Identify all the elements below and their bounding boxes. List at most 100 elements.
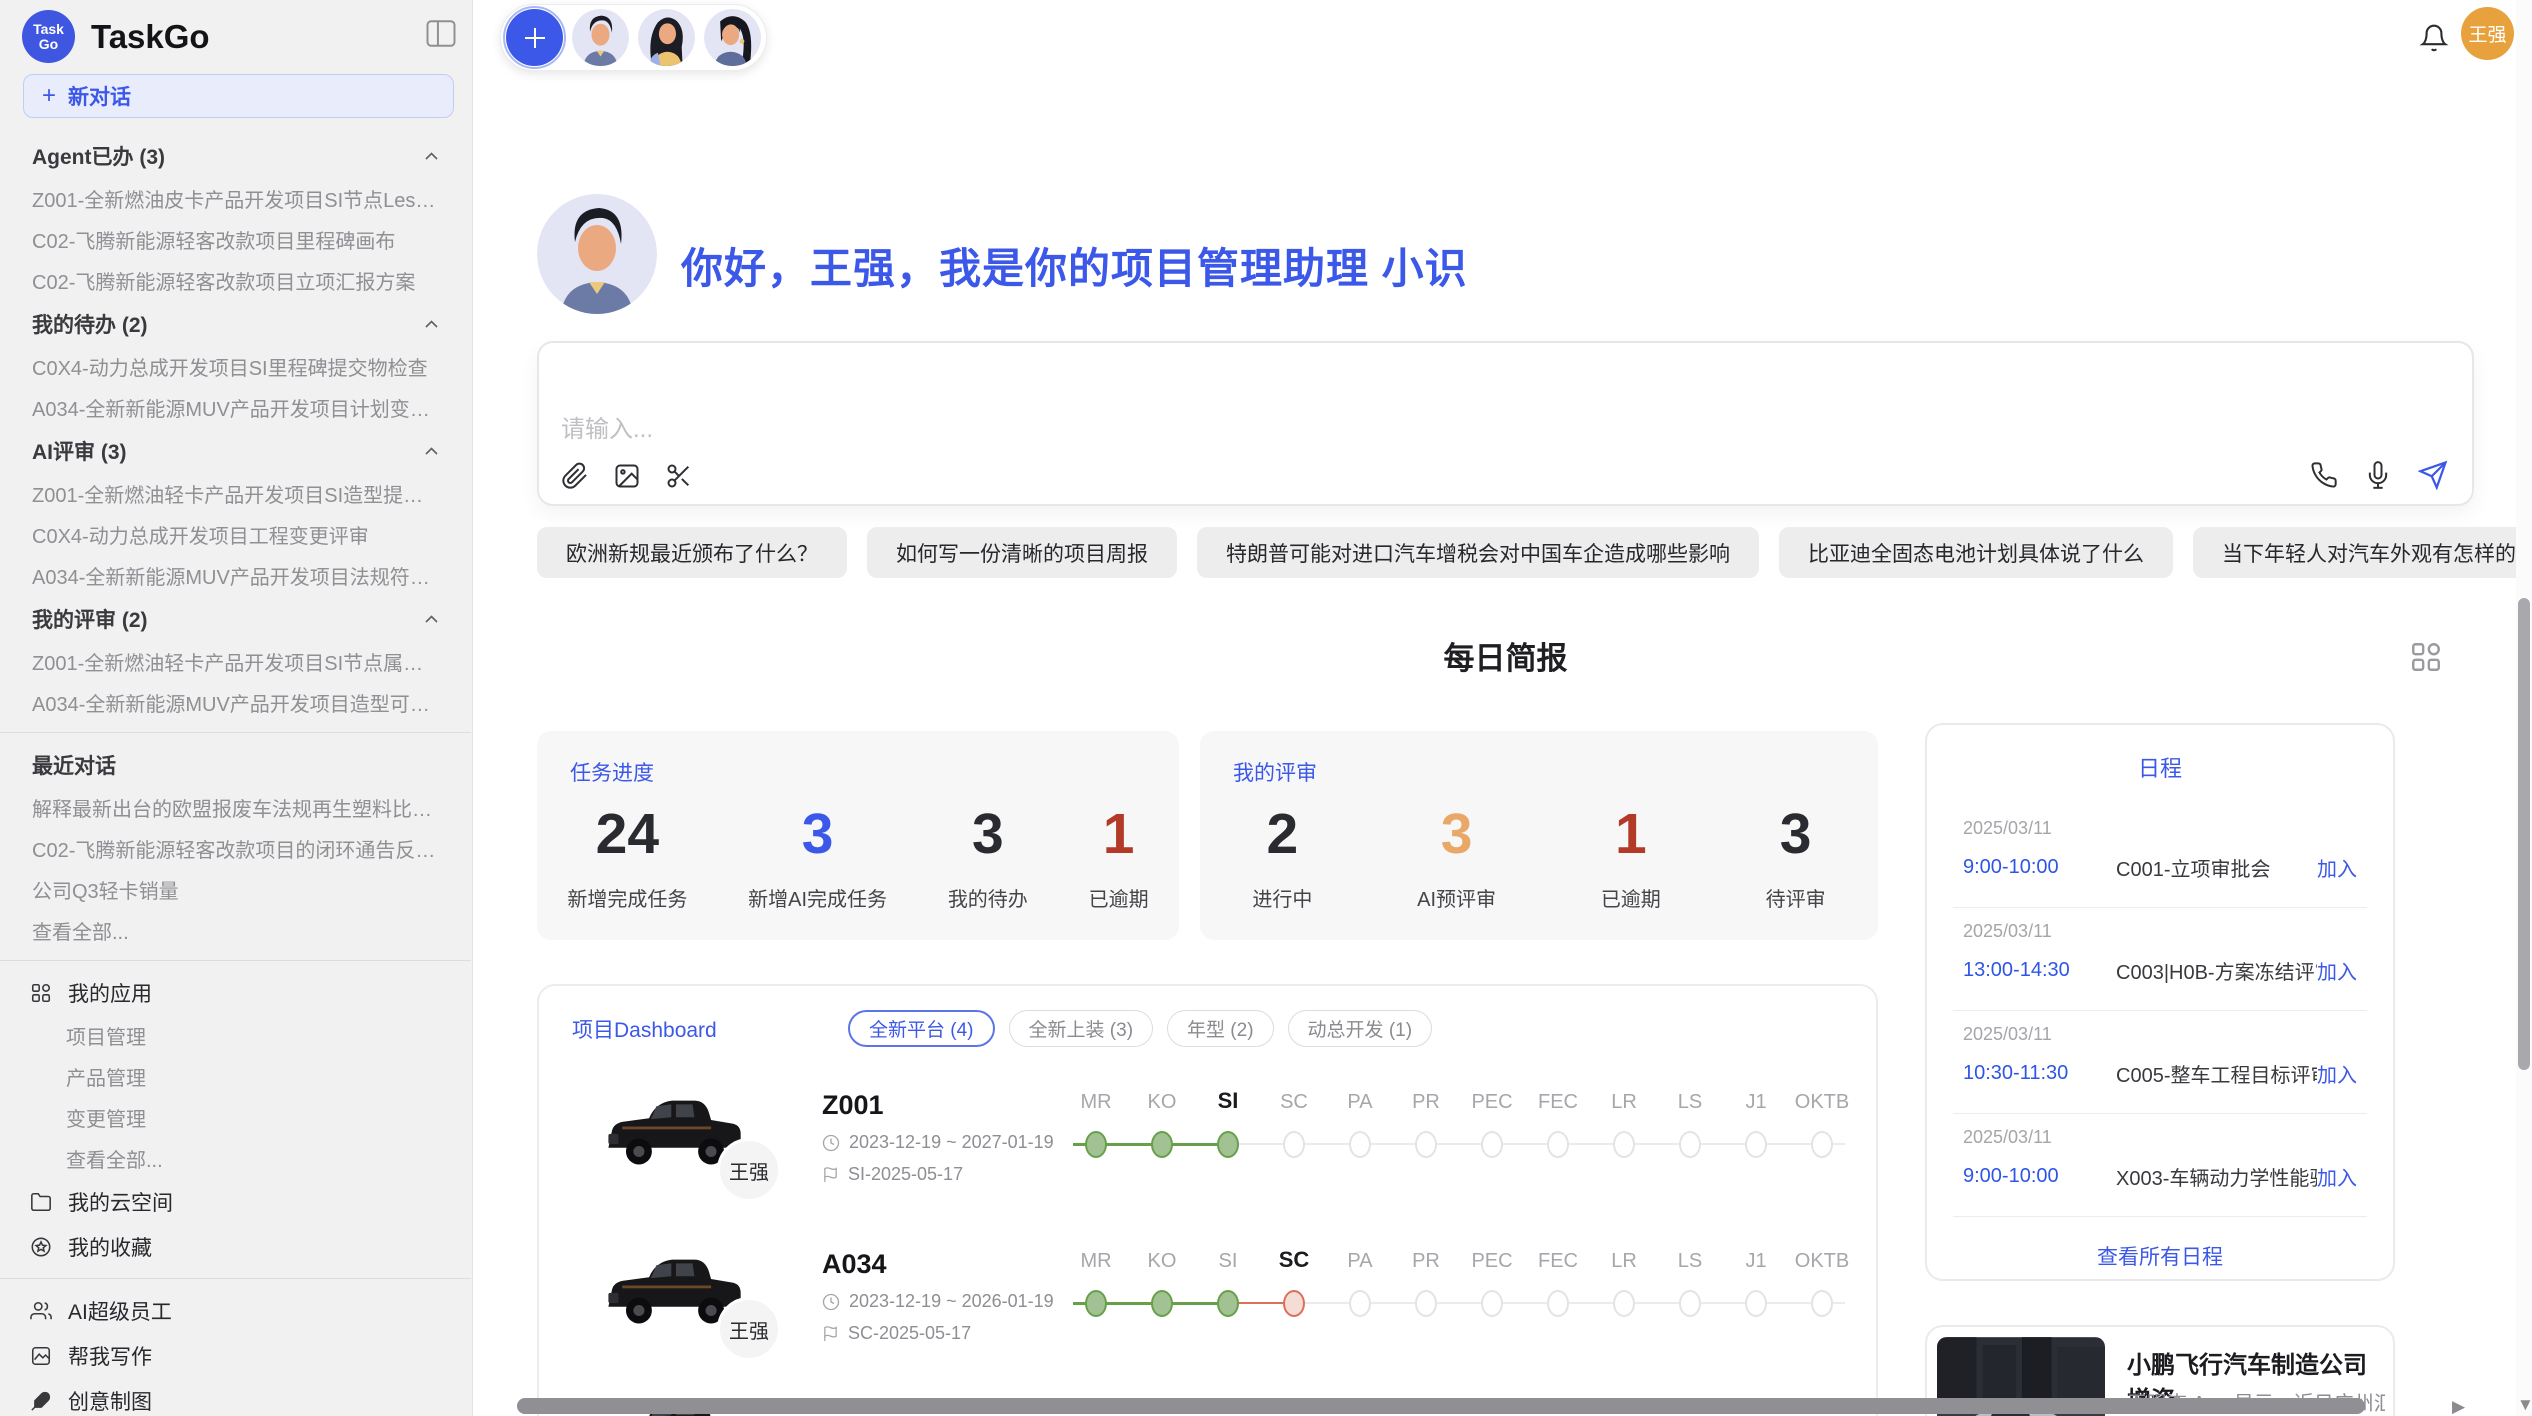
chevron-up-icon[interactable] [424,446,439,456]
milestone-label-pa: PA [1327,1250,1393,1273]
sidebar-item-favorites[interactable]: 我的收藏 [0,1224,471,1269]
tab-new-body[interactable]: 全新上装 (3) [1009,1010,1154,1047]
section-header-agent-done[interactable]: Agent已办 (3) [0,133,471,178]
suggestion-chip[interactable]: 欧洲新规最近颁布了什么？ [537,527,847,578]
sidebar-collapse-icon[interactable] [426,20,456,47]
new-chat-button[interactable]: + 新对话 [23,74,454,118]
tab-year-model[interactable]: 年型 (2) [1167,1010,1274,1047]
sidebar-item[interactable]: Z001-全新燃油轻卡产品开发项目SI造型提交物评审 [0,473,471,514]
scroll-right-arrow[interactable]: ▶ [2452,1398,2465,1415]
suggestion-chip[interactable]: 比亚迪全固态电池计划具体说了什么 [1779,527,2173,578]
agent-avatar[interactable] [638,9,695,66]
suggestion-chip[interactable]: 特朗普可能对进口汽车增税会对中国车企造成哪些影响 [1197,527,1759,578]
sidebar-item-cloud-space[interactable]: 我的云空间 [0,1179,471,1224]
plus-icon: + [42,82,56,110]
project-dashboard-card: 项目Dashboard 全新平台 (4) 全新上装 (3) 年型 (2) 动总开… [537,984,1878,1416]
card-title: 任务进度 [537,731,1179,787]
project-row[interactable]: 王强 Z001 2023-12-19 ~ 2027-01-19 SI-2025-… [539,1082,1876,1232]
project-row[interactable]: 王强 A034 2023-12-19 ~ 2026-01-19 SC-2025-… [539,1241,1876,1391]
sidebar-item[interactable]: A034-全新新能源MUV产品开发项目法规符合性评审 [0,555,471,596]
sidebar-item[interactable]: A034-全新新能源MUV产品开发项目计划变更表编写 [0,387,471,428]
schedule-event-title: C001-立项审批会 [2116,853,2317,882]
recent-chat-item[interactable]: 解释最新出台的欧盟报废车法规再生塑料比例被调至15%... [0,787,471,828]
stat-value: 1 [1089,793,1149,875]
stat-label: AI预评审 [1417,883,1496,912]
paperclip-icon[interactable] [561,462,589,490]
apps-view-all[interactable]: 查看全部... [0,1138,471,1179]
milestone-node-ko [1151,1290,1173,1317]
recent-view-all[interactable]: 查看全部... [0,910,471,951]
add-agent-button[interactable] [506,9,563,66]
section-header-ai-review[interactable]: AI评审 (3) [0,428,471,473]
sidebar-item[interactable]: C0X4-动力总成开发项目SI里程碑提交物检查 [0,346,471,387]
layout-grid-icon[interactable] [2409,640,2443,674]
sidebar-item[interactable]: Z001-全新燃油轻卡产品开发项目SI节点属性5D文件评审 [0,641,471,682]
sidebar-item[interactable]: C02-飞腾新能源轻客改款项目里程碑画布 [0,219,471,260]
milestone-node-pec [1481,1290,1503,1317]
milestone-node-mr [1085,1131,1107,1158]
schedule-entry: 2025/03/11 13:00-14:30 C003|H0B-方案冻结评审 加… [1927,908,2393,1011]
sidebar-item[interactable]: C02-飞腾新能源轻客改款项目立项汇报方案 [0,260,471,301]
menu-label: 创意制图 [68,1386,152,1416]
recent-chat-item[interactable]: 公司Q3轻卡销量 [0,869,471,910]
image-icon[interactable] [613,462,641,490]
section-label: 我的评审 (2) [32,604,148,634]
sidebar-item-product-mgmt[interactable]: 产品管理 [0,1056,471,1097]
milestone-node-fec [1547,1290,1569,1317]
sidebar-item-creative-drawing[interactable]: 创意制图 [0,1378,471,1416]
chevron-up-icon[interactable] [424,319,439,329]
sidebar-item-project-mgmt[interactable]: 项目管理 [0,1015,471,1056]
flag-icon [822,1166,839,1184]
milestone-node-sc [1283,1290,1305,1317]
milestone-label-j1: J1 [1723,1250,1789,1273]
tab-powertrain-dev[interactable]: 动总开发 (1) [1288,1010,1433,1047]
project-next-milestone: SC-2025-05-17 [822,1323,971,1344]
join-button[interactable]: 加入 [2317,1059,2357,1088]
scroll-down-arrow[interactable]: ▼ [2517,1396,2532,1413]
chevron-up-icon[interactable] [424,151,439,161]
menu-label: 我的应用 [68,978,152,1008]
sidebar-item-change-mgmt[interactable]: 变更管理 [0,1097,471,1138]
logo-line2: Go [39,37,58,52]
vertical-scrollbar-thumb[interactable] [2518,598,2530,1070]
phone-icon[interactable] [2310,461,2338,489]
sidebar-item-label: C02-飞腾新能源轻客改款项目立项汇报方案 [32,266,415,295]
sidebar-item[interactable]: A034-全新新能源MUV产品开发项目造型可行性评审 [0,682,471,723]
sidebar-item-my-apps[interactable]: 我的应用 [0,970,471,1015]
tab-all-new-platform[interactable]: 全新平台 (4) [848,1010,995,1047]
sidebar-item-label: C0X4-动力总成开发项目工程变更评审 [32,520,369,549]
milestone-label-sc: SC [1261,1091,1327,1114]
sidebar-item[interactable]: C0X4-动力总成开发项目工程变更评审 [0,514,471,555]
join-button[interactable]: 加入 [2317,956,2357,985]
recent-chat-item[interactable]: C02-飞腾新能源轻客改款项目的闭环通告反馈情况 [0,828,471,869]
section-header-my-review[interactable]: 我的评审 (2) [0,596,471,641]
schedule-time: 13:00-14:30 [1963,959,2116,982]
menu-sub-label: 产品管理 [66,1062,146,1091]
chevron-up-icon[interactable] [424,614,439,624]
milestone-node-ls [1679,1131,1701,1158]
send-icon[interactable] [2418,460,2448,490]
user-name: 王强 [2468,20,2506,47]
user-avatar[interactable]: 王强 [2461,7,2514,60]
suggestion-chip[interactable]: 如何写一份清晰的项目周报 [867,527,1177,578]
join-button[interactable]: 加入 [2317,853,2357,882]
agent-avatar[interactable] [572,9,629,66]
schedule-time: 9:00-10:00 [1963,1165,2116,1188]
sidebar-item[interactable]: Z001-全新燃油皮卡产品开发项目SI节点Lesson Learn报告 [0,178,471,219]
bell-icon[interactable] [2419,22,2449,54]
section-header-my-todo[interactable]: 我的待办 (2) [0,301,471,346]
agent-avatar[interactable] [704,9,761,66]
recent-chat-label: 公司Q3轻卡销量 [32,875,179,904]
join-button[interactable]: 加入 [2317,1162,2357,1191]
suggestion-chip[interactable]: 当下年轻人对汽车外观有怎样的喜好趋势 [2193,527,2532,578]
schedule-entry: 2025/03/11 9:00-10:00 X003-车辆动力学性能验... 加… [1927,1114,2393,1217]
sidebar-item-ai-super-staff[interactable]: AI超级员工 [0,1288,471,1333]
sidebar-item-help-me-write[interactable]: 帮我写作 [0,1333,471,1378]
project-dates: 2023-12-19 ~ 2026-01-19 [822,1291,1054,1312]
scissors-icon[interactable] [665,462,693,490]
composer[interactable]: 请输入... [537,341,2474,506]
horizontal-scrollbar-thumb[interactable] [517,1398,2365,1414]
view-all-schedule-link[interactable]: 查看所有日程 [1927,1241,2393,1271]
microphone-icon[interactable] [2364,461,2392,489]
section-label: 最近对话 [32,750,116,780]
